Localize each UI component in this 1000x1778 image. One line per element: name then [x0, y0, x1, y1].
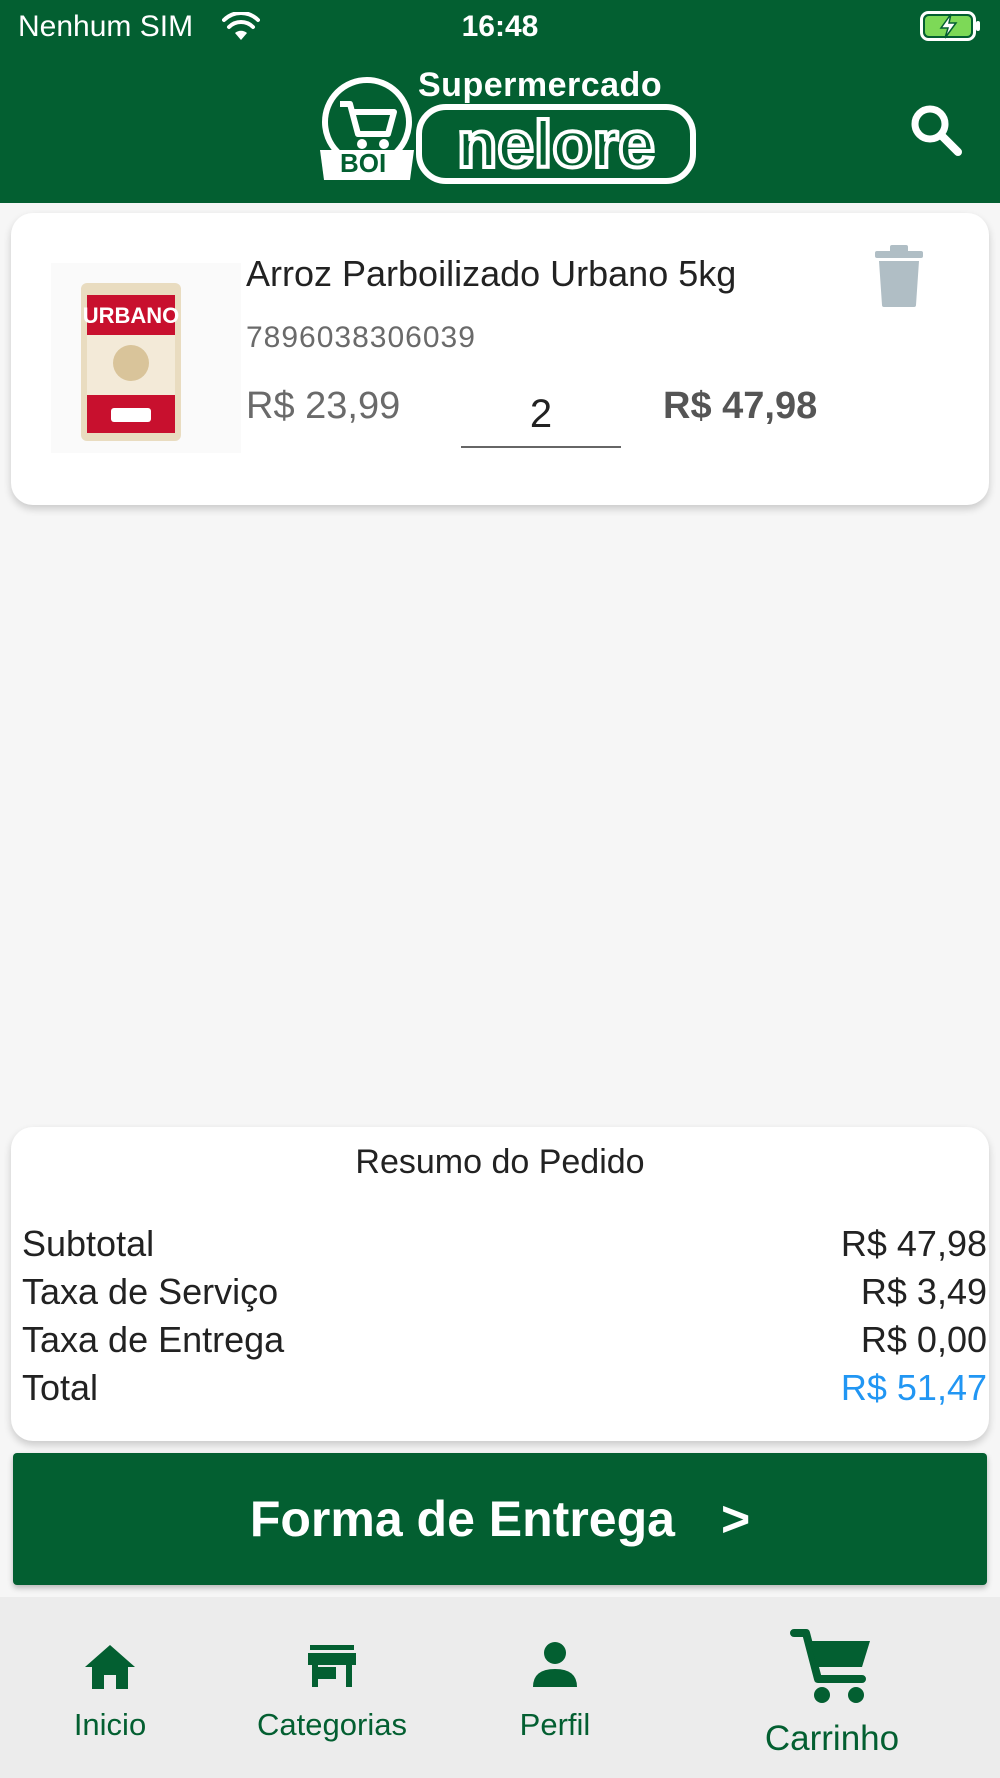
summary-value: R$ 0,00: [860, 1319, 987, 1360]
unit-price: R$ 23,99: [246, 385, 401, 427]
summary-row-subtotal: Subtotal R$ 47,98: [22, 1223, 998, 1271]
summary-value: R$ 3,49: [860, 1271, 987, 1312]
store-icon: [308, 1645, 356, 1687]
nav-label: Categorias: [257, 1707, 407, 1742]
summary-label: Taxa de Serviço: [22, 1271, 279, 1312]
summary-label: Taxa de Entrega: [22, 1319, 285, 1360]
summary-row-delivery-fee: Taxa de Entrega R$ 0,00: [22, 1319, 998, 1367]
order-summary: Resumo do Pedido Subtotal R$ 47,98 Taxa …: [11, 1127, 989, 1441]
nav-label: Perfil: [519, 1707, 591, 1742]
product-name: Arroz Parboilizado Urbano 5kg: [246, 253, 737, 294]
summary-total-value: R$ 51,47: [840, 1367, 987, 1408]
delivery-method-button[interactable]: Forma de Entrega >: [13, 1453, 987, 1585]
summary-row-service-fee: Taxa de Serviço R$ 3,49: [22, 1271, 998, 1319]
cart-screen: Nenhum SIM 16:48 BOI Supermercado nelore…: [0, 0, 1000, 1778]
line-total: R$ 47,98: [663, 385, 818, 427]
nav-item-inicio[interactable]: Inicio: [20, 1597, 200, 1778]
summary-label: Subtotal: [22, 1223, 155, 1264]
clock: 16:48: [461, 10, 539, 43]
nav-label: Inicio: [73, 1707, 147, 1742]
search-icon[interactable]: [906, 100, 966, 160]
home-icon: [85, 1645, 135, 1689]
nav-label: Carrinho: [764, 1719, 900, 1758]
trash-icon[interactable]: [871, 243, 927, 309]
cart-item-card: URBANO Arroz Parboilizado Urbano 5kg 789…: [11, 213, 989, 505]
summary-row-total: Total R$ 51,47: [22, 1367, 998, 1415]
summary-title: Resumo do Pedido: [355, 1143, 645, 1181]
status-bar: Nenhum SIM 16:48: [0, 0, 1000, 56]
logo-word: nelore: [416, 104, 696, 184]
rice-bag-brand: URBANO: [83, 303, 180, 328]
nav-item-categorias[interactable]: Categorias: [232, 1597, 432, 1778]
person-icon: [533, 1642, 577, 1687]
logo-top-text: Supermercado: [418, 66, 663, 104]
nav-item-carrinho[interactable]: Carrinho: [740, 1597, 924, 1778]
app-header: Nenhum SIM 16:48 BOI Supermercado nelore: [0, 0, 1000, 203]
summary-value: R$ 47,98: [840, 1223, 987, 1264]
product-code: 7896038306039: [246, 321, 476, 354]
logo-badge-text: BOI: [340, 148, 387, 178]
product-image[interactable]: URBANO: [51, 263, 241, 453]
delivery-button-label: Forma de Entrega: [249, 1491, 675, 1547]
nav-item-perfil[interactable]: Perfil: [470, 1597, 640, 1778]
summary-label: Total: [22, 1367, 99, 1408]
rice-bag-image: URBANO: [81, 283, 181, 441]
battery-charging-icon: [920, 11, 980, 41]
bottom-nav: Inicio Categorias Perfil Carrinho: [0, 1597, 1000, 1778]
chevron-right-icon: >: [720, 1491, 751, 1547]
cart-icon: [790, 1629, 870, 1703]
store-logo[interactable]: BOI Supermercado nelore: [318, 66, 698, 186]
quantity-input[interactable]: 2: [461, 378, 621, 448]
